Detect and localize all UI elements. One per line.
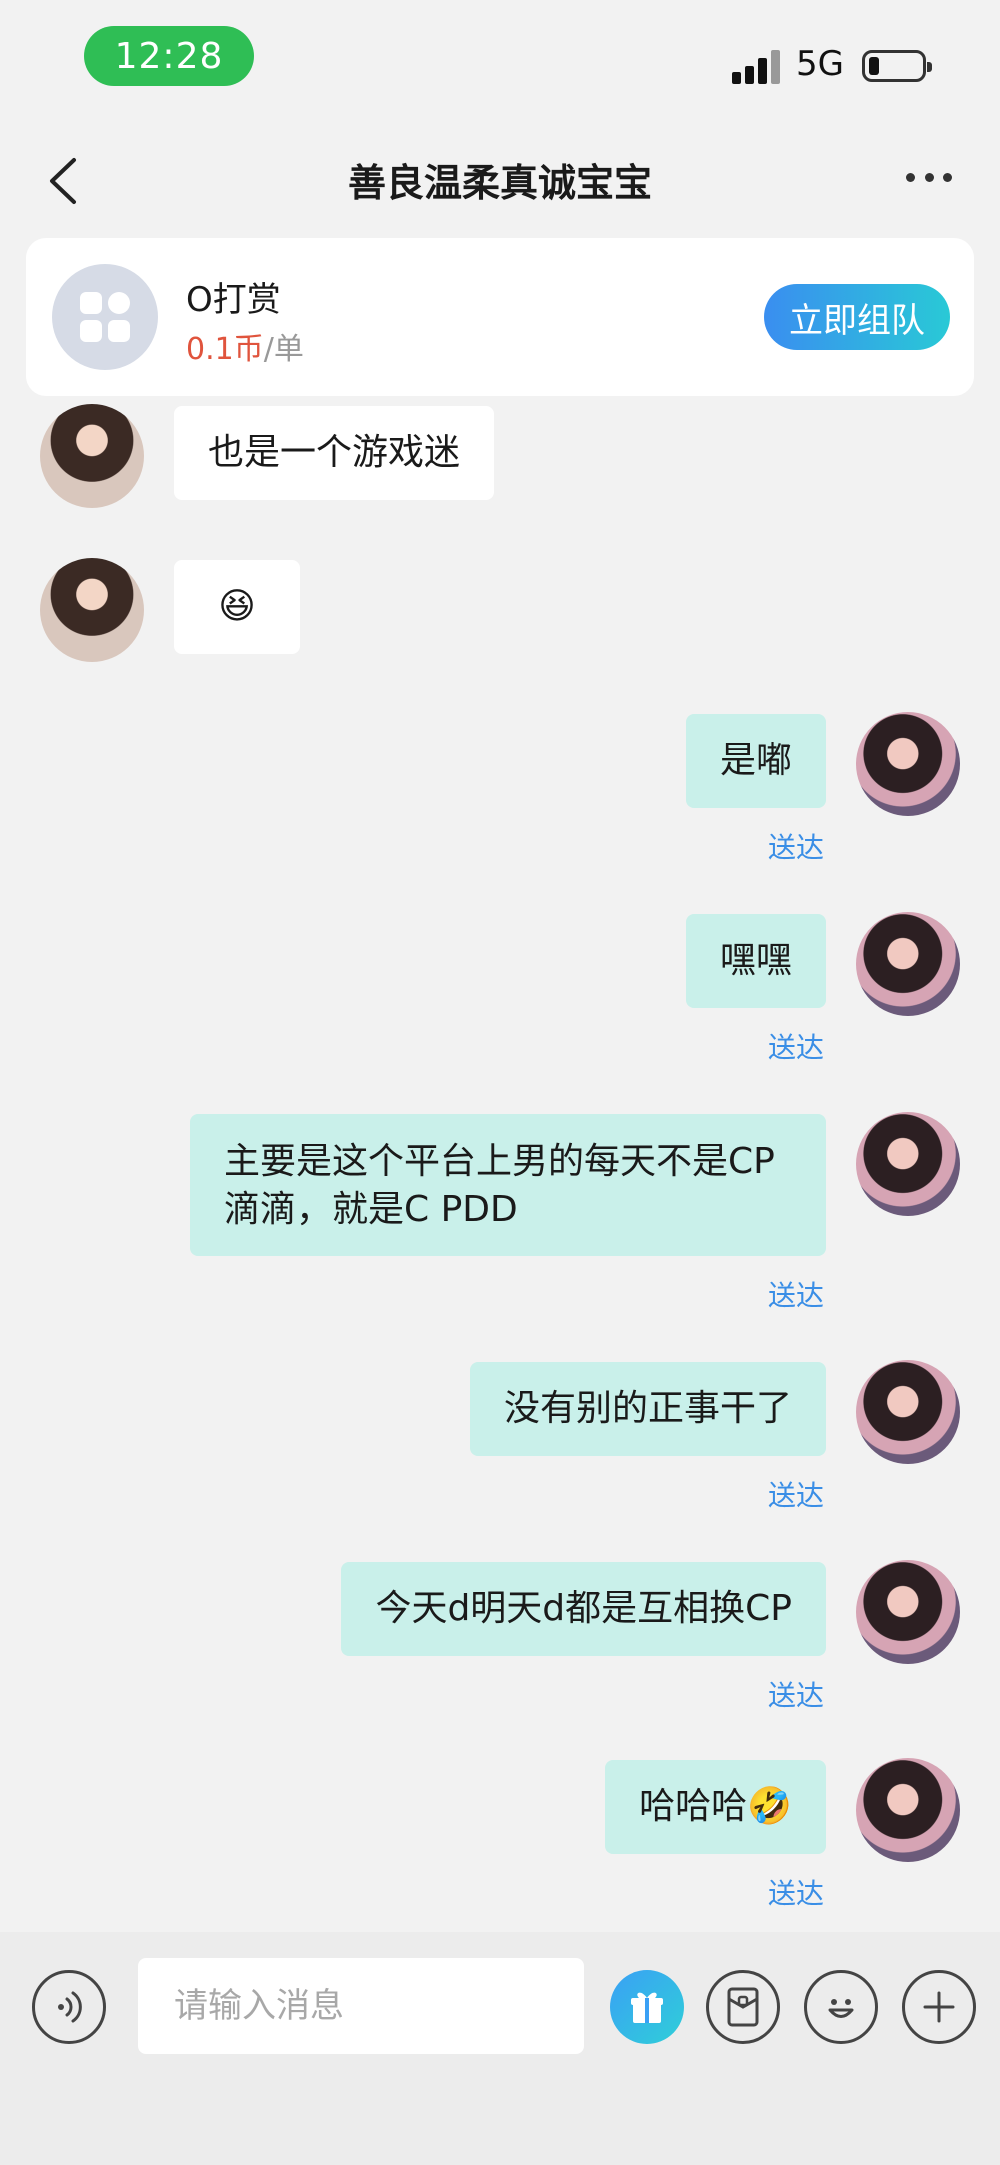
my-avatar[interactable] [856,1360,960,1464]
message-bubble: 也是一个游戏迷 [174,406,495,500]
price-unit: /单 [263,332,304,367]
nav-bar: 善良温柔真诚宝宝 [0,130,1000,226]
app-grid-icon [52,264,158,370]
contact-avatar[interactable] [40,558,144,662]
network-label: 5G [796,44,844,84]
message-bubble: 是嘟 [685,714,826,808]
service-card: O打赏 0.1币/单 立即组队 [26,238,974,396]
message-bubble: 主要是这个平台上男的每天不是CP滴滴，就是C PDD [190,1114,826,1256]
delivered-status: 送达 [767,1479,824,1512]
message-input[interactable] [138,1958,584,2054]
price-value: 0.1币 [186,332,264,367]
card-price: 0.1币/单 [186,324,304,368]
my-avatar[interactable] [856,1112,960,1216]
chat-title: 善良温柔真诚宝宝 [347,161,652,205]
message-bubble: 今天d明天d都是互相换CP [341,1562,826,1656]
delivered-status: 送达 [767,831,824,864]
team-up-button[interactable]: 立即组队 [764,284,950,350]
delivered-status: 送达 [767,1877,824,1910]
message-bubble: 😆 [174,560,300,654]
status-bar: 12:28 5G [0,0,1000,120]
red-packet-icon[interactable] [706,1970,780,2044]
message-bubble: 嘿嘿 [685,914,826,1008]
my-avatar[interactable] [856,1758,960,1862]
gift-icon[interactable] [610,1970,684,2044]
more-options-icon[interactable] [906,170,952,184]
my-avatar[interactable] [856,912,960,1016]
input-bar [0,1932,1000,2165]
delivered-status: 送达 [767,1279,824,1312]
voice-icon[interactable] [32,1970,106,2044]
plus-icon[interactable] [902,1970,976,2044]
message-bubble: 没有别的正事干了 [469,1362,826,1456]
delivered-status: 送达 [767,1031,824,1064]
signal-icon [732,48,782,84]
my-avatar[interactable] [856,712,960,816]
my-avatar[interactable] [856,1560,960,1664]
emoji-icon[interactable] [804,1970,878,2044]
contact-avatar[interactable] [40,404,144,508]
card-title: O打赏 [186,280,281,320]
status-time: 12:28 [84,26,254,86]
delivered-status: 送达 [767,1679,824,1712]
message-bubble: 哈哈哈🤣 [605,1760,826,1854]
battery-icon [862,50,932,82]
